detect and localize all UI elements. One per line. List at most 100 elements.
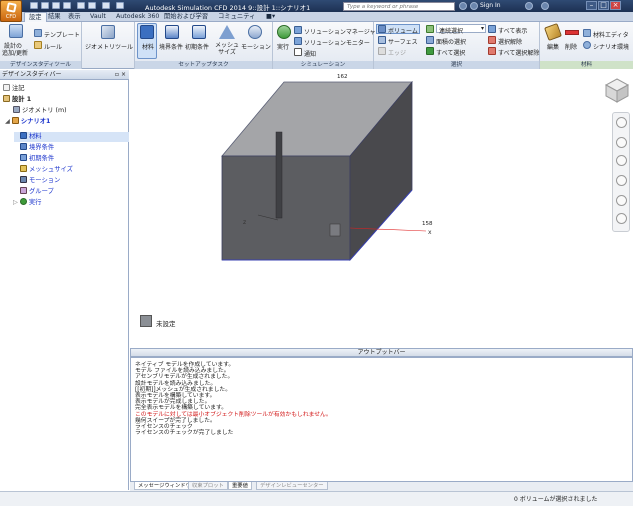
show-all-icon[interactable]: [488, 25, 496, 33]
edit-pencil-icon[interactable]: [544, 23, 562, 41]
expand-arrow-icon[interactable]: ▷: [13, 199, 18, 206]
deselect-button[interactable]: 選択解除: [498, 37, 522, 46]
design-update-icon[interactable]: [9, 24, 23, 38]
save-icon[interactable]: [52, 2, 60, 9]
material-editor-button[interactable]: 材料エディタ: [593, 30, 629, 39]
print-icon[interactable]: [102, 2, 110, 9]
zoom-icon[interactable]: [616, 155, 627, 166]
geometry-tools-button[interactable]: ジオメトリツール: [85, 42, 133, 51]
mesh-size-icon[interactable]: [219, 25, 235, 39]
qat-dropdown-icon[interactable]: [116, 2, 124, 9]
tab-view[interactable]: 表示: [64, 12, 85, 22]
tab-getting-started[interactable]: 開始および学習: [160, 12, 212, 22]
application-menu-button[interactable]: CFD: [0, 0, 22, 22]
tree-item-groups[interactable]: グループ: [20, 187, 54, 196]
template-button[interactable]: テンプレート: [44, 30, 80, 39]
surface-icon[interactable]: [378, 36, 386, 44]
sign-in-link[interactable]: Sign In: [480, 2, 501, 9]
volume-select-button[interactable]: ボリューム: [388, 26, 418, 35]
help-icon[interactable]: [541, 2, 549, 10]
tab-community[interactable]: コミュニティ: [214, 12, 259, 22]
tree-item-materials[interactable]: 材料: [20, 132, 42, 141]
new-icon[interactable]: [30, 2, 38, 9]
tab-vault[interactable]: Vault: [86, 12, 110, 22]
motion-button[interactable]: モーション: [241, 42, 271, 51]
boundary-conditions-icon[interactable]: [165, 25, 179, 39]
tree-item-boundary-conditions[interactable]: 境界条件: [20, 143, 54, 152]
materials-task-button[interactable]: 材料: [142, 42, 154, 51]
scenario-environment-button[interactable]: シナリオ環境: [593, 42, 629, 51]
open-icon[interactable]: [41, 2, 49, 9]
tree-item-run[interactable]: ▷ 実行: [13, 198, 41, 207]
tree-item-design-1[interactable]: 設計 1: [3, 95, 31, 104]
run-button[interactable]: 実行: [277, 42, 289, 51]
motion-icon[interactable]: [248, 25, 262, 39]
solution-manager-button[interactable]: ソリューションマネージャー: [304, 27, 381, 36]
material-edit-button[interactable]: 編集: [547, 42, 559, 51]
pin-icon[interactable]: ▫: [115, 70, 119, 80]
save-as-icon[interactable]: [63, 2, 71, 9]
solution-monitor-icon[interactable]: [294, 37, 302, 45]
show-all-button[interactable]: すべて表示: [498, 26, 527, 35]
connected-select-icon[interactable]: [426, 25, 434, 33]
tab-convergence-plot[interactable]: 収束プロット: [188, 482, 228, 490]
tab-extra[interactable]: ■▾: [262, 12, 279, 22]
binoculars-icon[interactable]: [459, 2, 467, 10]
undo-icon[interactable]: [77, 2, 85, 9]
initial-conditions-icon[interactable]: [192, 25, 206, 39]
new-design-label-2[interactable]: 追加/更新: [2, 48, 28, 57]
collapse-arrow-icon[interactable]: ◢: [5, 118, 10, 125]
deselect-all-icon[interactable]: [488, 47, 496, 55]
template-icon[interactable]: [34, 29, 42, 37]
tree-item-geometry[interactable]: ジオメトリ (m): [13, 106, 67, 115]
tree-item-mesh-size[interactable]: メッシュサイズ: [20, 165, 73, 174]
connected-select-dropdown[interactable]: 連続選択 ▾: [436, 24, 486, 35]
mesh-size-button[interactable]: メッシュサイズ: [214, 42, 240, 56]
edge-icon[interactable]: [378, 47, 386, 55]
tab-autodesk-360[interactable]: Autodesk 360: [112, 12, 163, 22]
tab-critical-values[interactable]: 重要値: [228, 482, 252, 490]
pan-icon[interactable]: [616, 137, 627, 148]
solution-monitor-button[interactable]: ソリューションモニター: [304, 38, 370, 47]
tree-item-scenario-1[interactable]: ◢ シナリオ1: [5, 117, 50, 126]
delete-icon[interactable]: [565, 30, 579, 35]
viewcube-icon[interactable]: [604, 77, 630, 103]
select-all-button[interactable]: すべて選択: [436, 48, 465, 57]
geometry-tools-icon[interactable]: [101, 25, 115, 39]
close-panel-icon[interactable]: ×: [121, 70, 126, 80]
minimize-button[interactable]: –: [586, 1, 597, 10]
volume-icon[interactable]: [378, 25, 386, 33]
rule-icon[interactable]: [34, 41, 42, 49]
nav-options-icon[interactable]: [616, 213, 627, 224]
steering-wheel-icon[interactable]: [616, 117, 627, 128]
scenario-environment-icon[interactable]: [583, 41, 591, 49]
solution-manager-icon[interactable]: [294, 26, 302, 34]
materials-task-icon[interactable]: [140, 25, 154, 39]
look-at-icon[interactable]: [616, 195, 627, 206]
rule-button[interactable]: ルール: [44, 42, 62, 51]
notify-button[interactable]: 通知: [304, 49, 316, 58]
tab-results[interactable]: 結果: [44, 12, 65, 22]
run-icon[interactable]: [277, 25, 291, 39]
tree-item-notes[interactable]: 注記: [3, 84, 25, 93]
exchange-icon[interactable]: [525, 2, 533, 10]
redo-icon[interactable]: [88, 2, 96, 9]
notify-icon[interactable]: [294, 48, 302, 56]
select-by-area-button[interactable]: 面積の選択: [436, 37, 466, 46]
deselect-all-button[interactable]: すべて選択解除: [498, 48, 539, 57]
orbit-icon[interactable]: [616, 175, 627, 186]
model-view[interactable]: z x 162 158: [130, 70, 633, 348]
select-all-icon[interactable]: [426, 47, 434, 55]
search-input[interactable]: Type a keyword or phrase: [343, 2, 455, 11]
initial-conditions-button[interactable]: 初期条件: [185, 42, 209, 51]
user-icon[interactable]: [470, 2, 478, 10]
boundary-conditions-button[interactable]: 境界条件: [159, 42, 183, 51]
deselect-icon[interactable]: [488, 36, 496, 44]
tab-message-window[interactable]: メッセージウィンドウ: [134, 482, 195, 490]
tree-item-motion[interactable]: モーション: [20, 176, 60, 185]
close-button[interactable]: ×: [610, 1, 621, 10]
output-log[interactable]: ネイティブ モデルを作成しています。 モデル ファイルを読み込みました。 アセン…: [130, 357, 633, 482]
surface-select-button[interactable]: サーフェス: [388, 37, 418, 46]
tree-item-initial-conditions[interactable]: 初期条件: [20, 154, 54, 163]
maximize-button[interactable]: □: [598, 1, 609, 10]
